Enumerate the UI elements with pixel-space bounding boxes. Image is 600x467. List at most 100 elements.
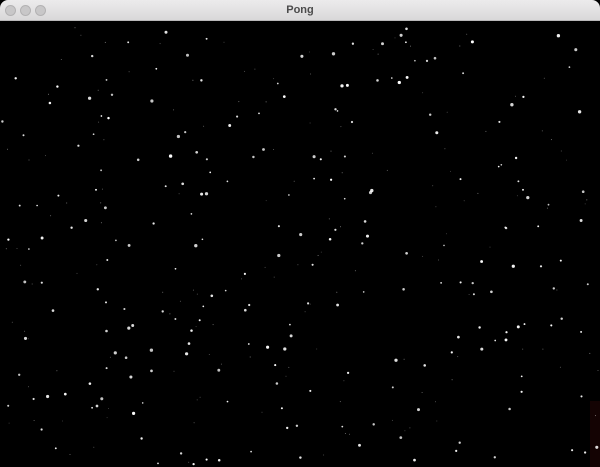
star: [504, 338, 508, 342]
faint-star: [265, 200, 267, 202]
faint-star: [409, 427, 411, 429]
faint-star: [463, 200, 465, 202]
star: [520, 390, 523, 393]
star: [248, 303, 251, 307]
faint-star: [546, 207, 548, 209]
faint-star: [309, 303, 311, 305]
faint-star: [422, 255, 424, 257]
faint-star: [100, 222, 102, 224]
star: [40, 428, 43, 431]
faint-star: [5, 248, 7, 250]
star: [425, 59, 429, 63]
star: [236, 115, 239, 118]
star: [336, 110, 339, 112]
star: [390, 77, 393, 79]
star: [95, 404, 99, 408]
star: [334, 228, 337, 231]
star: [155, 67, 158, 70]
faint-star: [446, 233, 447, 235]
faint-star: [203, 125, 205, 127]
faint-star: [317, 255, 319, 256]
faint-star: [550, 139, 552, 141]
star: [18, 373, 21, 376]
faint-star: [16, 248, 18, 249]
star: [397, 80, 401, 85]
faint-star: [60, 59, 62, 60]
star: [200, 192, 204, 196]
star: [149, 348, 154, 352]
star: [286, 426, 289, 430]
star: [435, 131, 439, 135]
star: [372, 423, 375, 426]
star: [110, 93, 114, 97]
faint-star: [28, 386, 29, 388]
star: [341, 425, 344, 428]
faint-star: [451, 379, 453, 381]
faint-star: [178, 193, 180, 195]
faint-star: [589, 352, 591, 354]
star: [580, 395, 583, 398]
star: [526, 195, 530, 200]
star: [312, 155, 316, 159]
faint-star: [264, 266, 266, 268]
star: [595, 445, 599, 449]
faint-star: [98, 121, 100, 123]
star: [402, 288, 405, 291]
faint-star: [66, 202, 68, 204]
star: [91, 54, 94, 58]
star: [164, 30, 168, 34]
star: [123, 307, 126, 311]
faint-star: [179, 300, 181, 302]
star: [40, 236, 44, 240]
star: [577, 110, 582, 114]
faint-star: [394, 37, 396, 39]
star: [150, 99, 154, 103]
star: [100, 397, 104, 401]
star: [340, 84, 344, 88]
faint-star: [297, 264, 299, 266]
star: [309, 389, 312, 392]
star: [277, 225, 280, 228]
star: [459, 178, 462, 181]
faint-star: [404, 430, 406, 432]
faint-star: [586, 199, 588, 201]
faint-star: [595, 415, 596, 417]
star: [494, 339, 497, 342]
star: [194, 244, 198, 248]
star: [51, 309, 55, 312]
faint-star: [450, 170, 451, 172]
star: [574, 48, 578, 52]
game-canvas[interactable]: [0, 21, 600, 467]
star: [414, 59, 416, 62]
star: [70, 226, 73, 229]
star: [550, 324, 553, 327]
star: [413, 458, 416, 462]
star: [500, 163, 503, 166]
star: [470, 40, 474, 44]
star: [458, 441, 461, 444]
star: [417, 408, 420, 412]
faint-star: [559, 366, 561, 368]
star: [247, 343, 250, 345]
star: [22, 134, 25, 137]
title-bar[interactable]: Pong: [0, 0, 600, 21]
star: [368, 191, 373, 195]
star: [184, 352, 189, 356]
star: [283, 347, 287, 351]
faint-star: [93, 446, 95, 448]
star: [92, 133, 95, 136]
faint-star: [195, 326, 197, 328]
faint-star: [238, 101, 240, 103]
star: [7, 404, 10, 407]
faint-star: [24, 330, 26, 332]
faint-star: [446, 111, 448, 113]
star: [174, 318, 177, 320]
faint-star: [62, 420, 63, 422]
star: [157, 462, 159, 465]
star: [115, 239, 117, 242]
faint-star: [273, 78, 275, 80]
star: [192, 462, 195, 466]
faint-star: [104, 41, 106, 43]
faint-star: [188, 461, 190, 463]
faint-star: [80, 34, 82, 36]
